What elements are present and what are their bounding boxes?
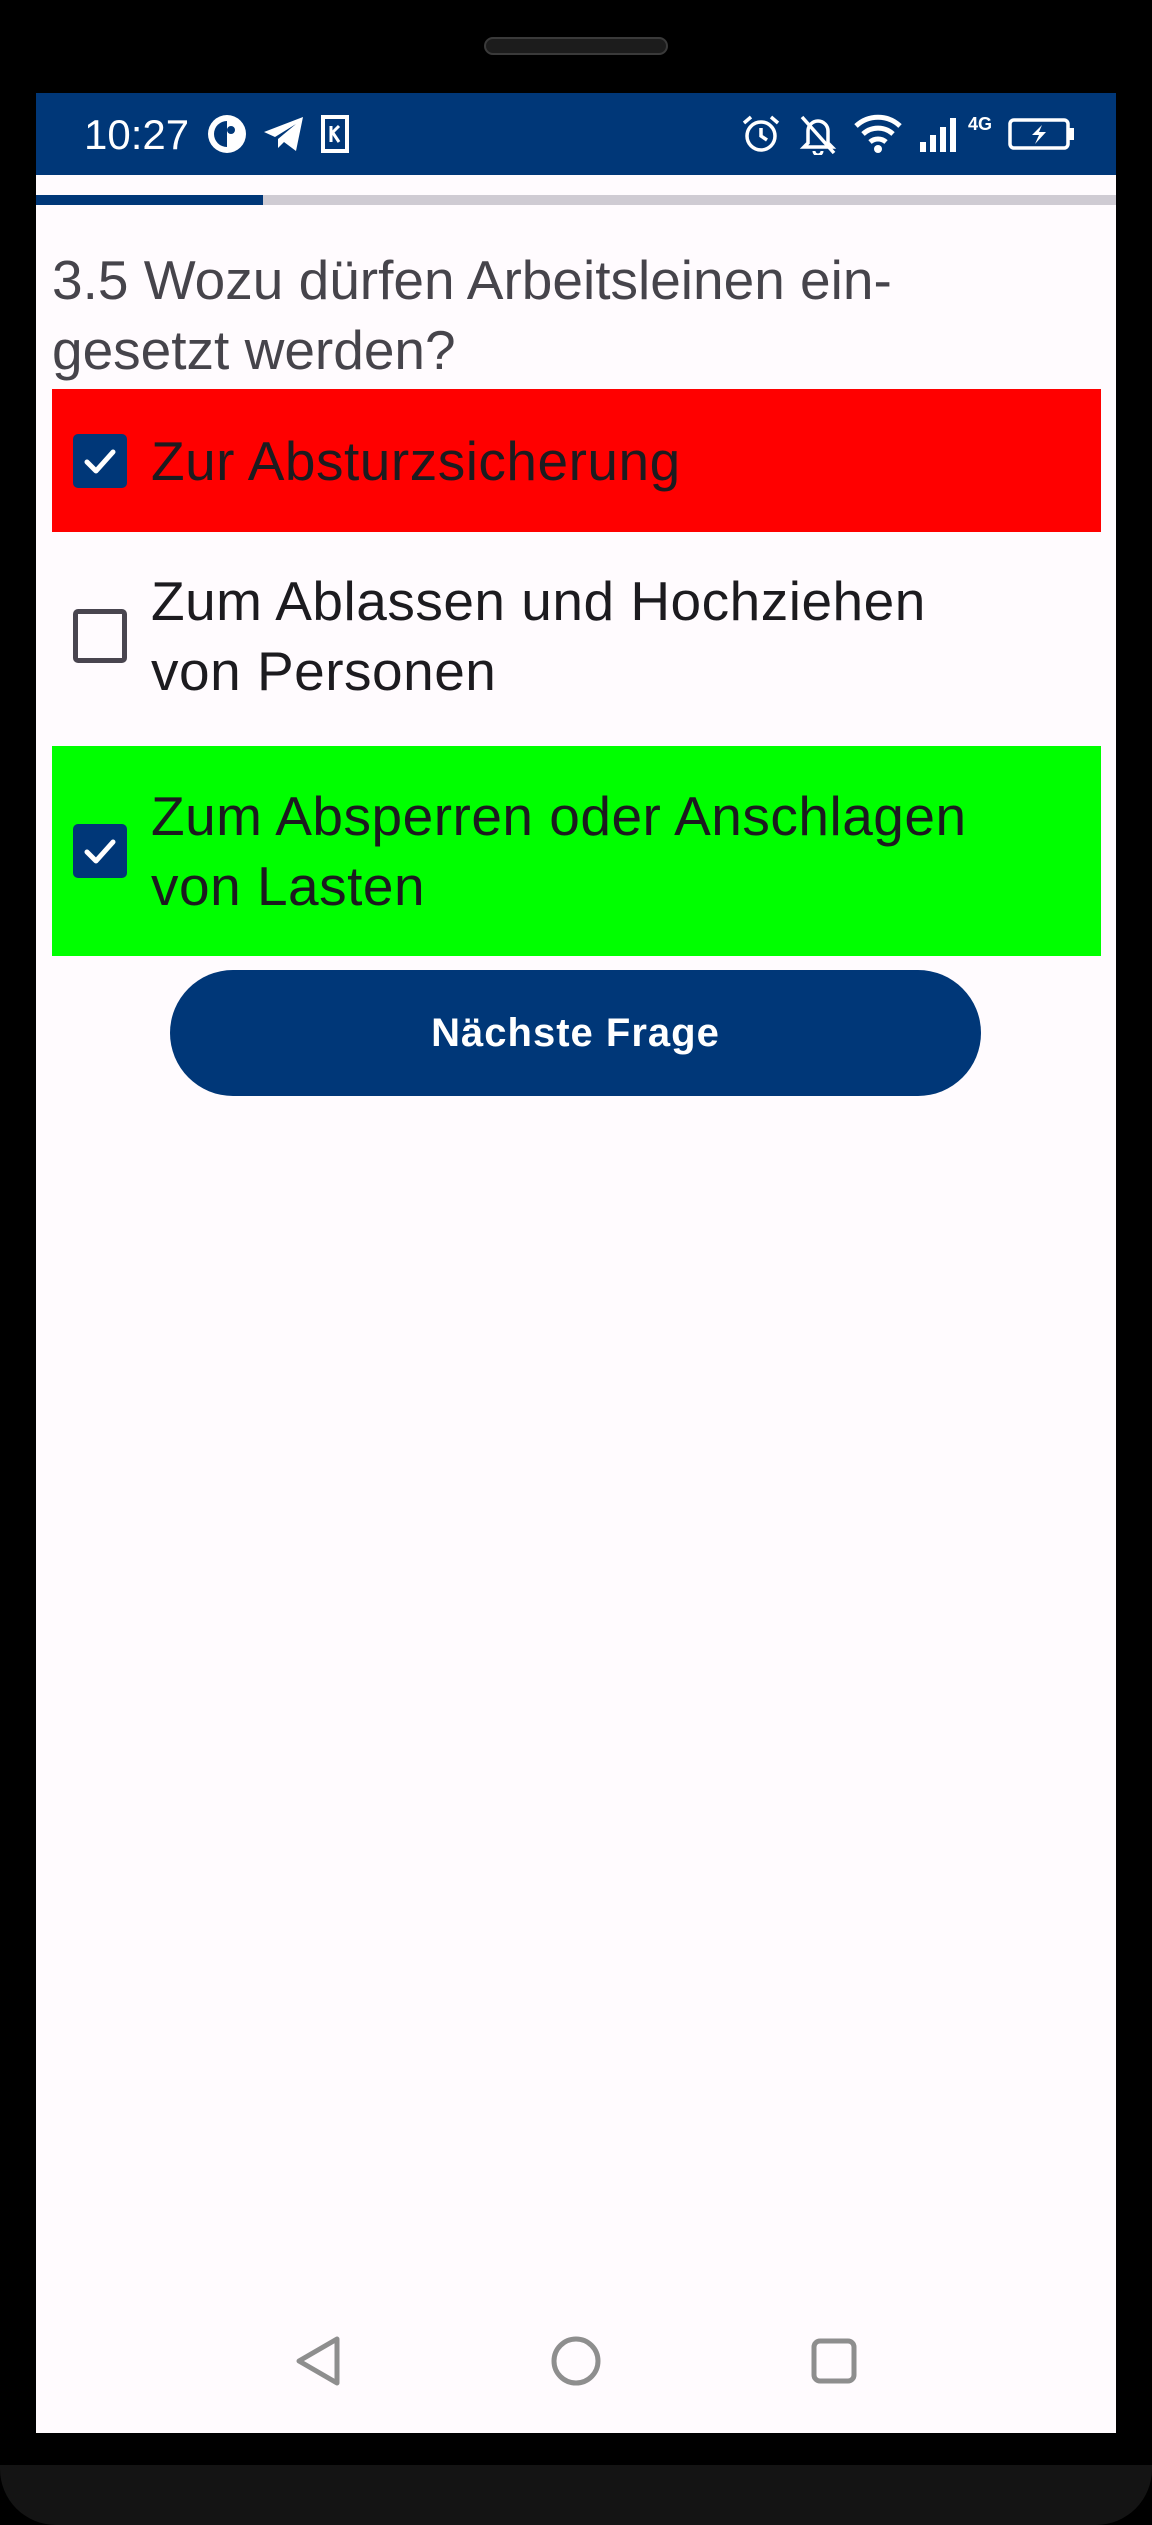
- screen: 10:27 4G 3.5 Wozu dürfen Arbeitsleinen e…: [36, 93, 1116, 2433]
- question-line-1: 3.5 Wozu dürfen Arbeitsleinen ein-: [52, 249, 892, 311]
- battery-charging-icon: [1008, 117, 1076, 151]
- checkbox-checked[interactable]: [73, 433, 127, 488]
- home-icon: [549, 2334, 603, 2393]
- answer-option-neutral[interactable]: Zum Ablassen und Hochziehen von Personen: [52, 532, 1101, 740]
- back-button[interactable]: [258, 2293, 378, 2433]
- progress-fill: [36, 195, 263, 205]
- earpiece-speaker: [484, 37, 668, 55]
- alarm-icon: [740, 113, 782, 155]
- checkbox-checked[interactable]: [73, 824, 127, 878]
- bottom-bezel: [0, 2465, 1152, 2525]
- notification-icons: [206, 109, 350, 159]
- checkmark-icon: [84, 839, 116, 864]
- question-text: 3.5 Wozu dürfen Arbeitsleinen ein- geset…: [52, 245, 1092, 385]
- status-time: 10:27: [84, 111, 190, 158]
- back-icon: [293, 2334, 343, 2393]
- status-bar: 10:27 4G: [36, 93, 1116, 175]
- home-button[interactable]: [516, 2293, 636, 2433]
- answer-label: Zum Ablassen und Hochziehen von Personen: [151, 570, 926, 702]
- k-app-icon: [320, 114, 350, 154]
- wifi-icon: [854, 114, 902, 154]
- progress-bar: [36, 195, 1116, 205]
- system-icons: 4G: [740, 107, 1076, 161]
- answer-option-wrong[interactable]: Zur Absturzsicherung: [52, 389, 1101, 532]
- answer-option-correct[interactable]: Zum Absperren oder Anschlagen von Lasten: [52, 746, 1101, 956]
- signal-icon: [918, 114, 962, 154]
- telegram-icon: [262, 114, 306, 154]
- next-question-button[interactable]: Nächste Frage: [170, 970, 981, 1096]
- recents-icon: [809, 2336, 859, 2391]
- phone-frame: 10:27 4G 3.5 Wozu dürfen Arbeitsleinen e…: [0, 0, 1152, 2525]
- recents-button[interactable]: [774, 2293, 894, 2433]
- bell-off-icon: [798, 113, 838, 155]
- checkbox-unchecked[interactable]: [73, 609, 127, 663]
- answer-label: Zur Absturzsicherung: [151, 429, 681, 492]
- network-type: 4G: [967, 113, 992, 134]
- answer-label: Zum Absperren oder Anschlagen von Lasten: [151, 785, 967, 917]
- app-icon: [206, 113, 248, 155]
- checkmark-icon: [84, 449, 116, 473]
- navigation-bar: [36, 2293, 1116, 2433]
- question-line-2: gesetzt werden?: [52, 319, 456, 381]
